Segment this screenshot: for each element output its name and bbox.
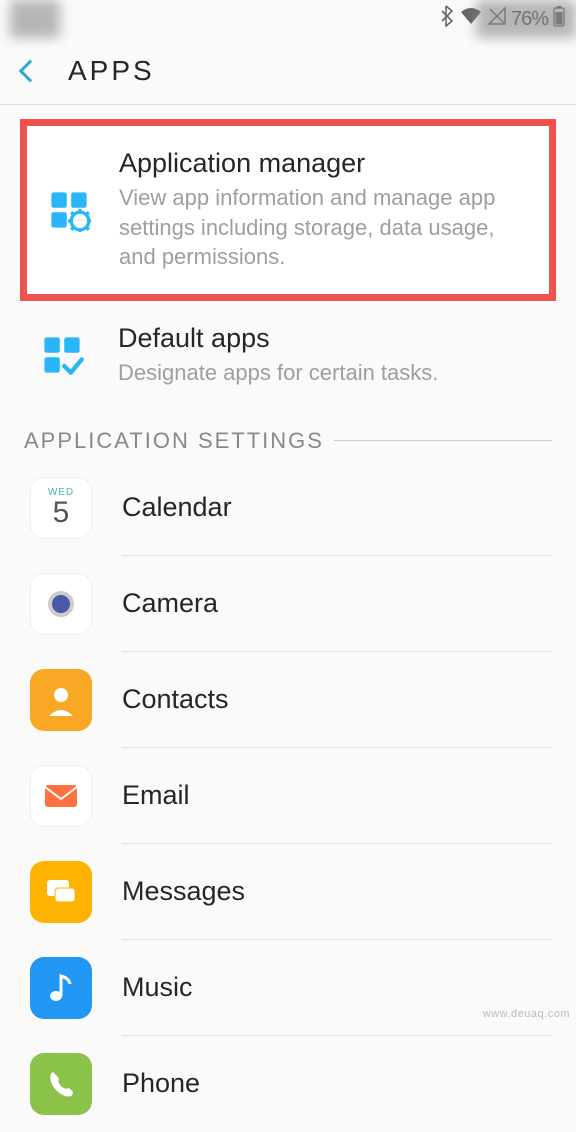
section-header: APPLICATION SETTINGS [0,420,576,454]
page-header: APPS [0,38,576,105]
entry-description: View app information and manage app sett… [119,183,529,272]
app-label: Camera [122,588,218,619]
music-icon [30,957,92,1019]
calendar-icon: WED 5 [30,477,92,539]
entry-application-manager[interactable]: Application manager View app information… [27,126,549,294]
section-title: APPLICATION SETTINGS [24,428,324,454]
page-title: APPS [68,55,155,87]
entry-default-apps[interactable]: Default apps Designate apps for certain … [0,301,576,410]
back-icon[interactable] [19,60,42,83]
status-blur-right [476,0,576,38]
entry-title: Application manager [119,148,529,179]
grid-gear-icon [41,188,97,232]
entry-description: Designate apps for certain tasks. [118,358,550,388]
email-icon [30,765,92,827]
bluetooth-icon [439,5,455,33]
app-item-email[interactable]: Email [0,748,576,844]
app-list: WED 5 Calendar Camera Contacts Email Mes… [0,454,576,1132]
app-item-phone[interactable]: Phone [0,1036,576,1132]
section-divider [334,440,552,441]
app-label: Contacts [122,684,229,715]
calendar-day: 5 [53,498,70,528]
app-item-music[interactable]: Music [0,940,576,1036]
app-label: Music [122,972,193,1003]
app-item-contacts[interactable]: Contacts [0,652,576,748]
app-item-calendar[interactable]: WED 5 Calendar [0,460,576,556]
app-label: Email [122,780,190,811]
app-item-camera[interactable]: Camera [0,556,576,652]
app-label: Messages [122,876,245,907]
contacts-icon [30,669,92,731]
app-label: Phone [122,1068,200,1099]
app-item-messages[interactable]: Messages [0,844,576,940]
messages-icon [30,861,92,923]
camera-icon [30,573,92,635]
entry-title: Default apps [118,323,550,354]
app-label: Calendar [122,492,232,523]
watermark: www.deuaq.com [483,1008,570,1020]
grid-check-icon [34,333,90,377]
status-blur-left [10,0,60,38]
highlight-application-manager: Application manager View app information… [20,119,556,301]
phone-icon [30,1053,92,1115]
